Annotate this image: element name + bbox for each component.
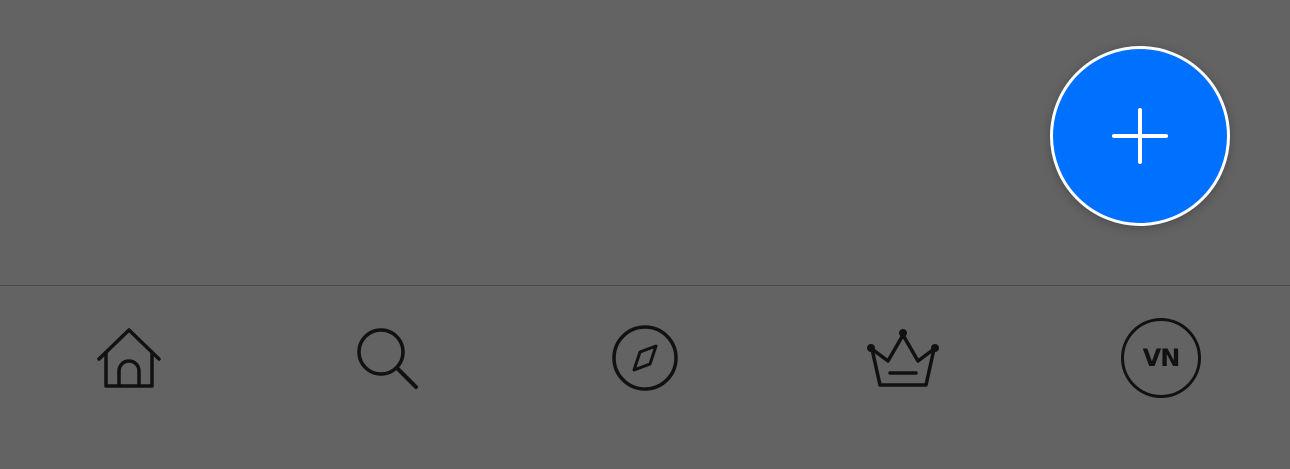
tab-home[interactable] (79, 308, 179, 408)
app-screen: VN (0, 0, 1290, 469)
compass-icon (612, 325, 678, 391)
tab-explore[interactable] (595, 308, 695, 408)
plus-icon (1112, 108, 1168, 164)
bottom-tab-bar: VN (0, 285, 1290, 469)
avatar: VN (1121, 318, 1201, 398)
search-icon (357, 328, 418, 389)
create-button[interactable] (1050, 46, 1230, 226)
home-icon (97, 328, 161, 388)
tab-profile[interactable]: VN (1111, 308, 1211, 408)
crown-icon (867, 329, 939, 387)
tab-premium[interactable] (853, 308, 953, 408)
tab-search[interactable] (337, 308, 437, 408)
